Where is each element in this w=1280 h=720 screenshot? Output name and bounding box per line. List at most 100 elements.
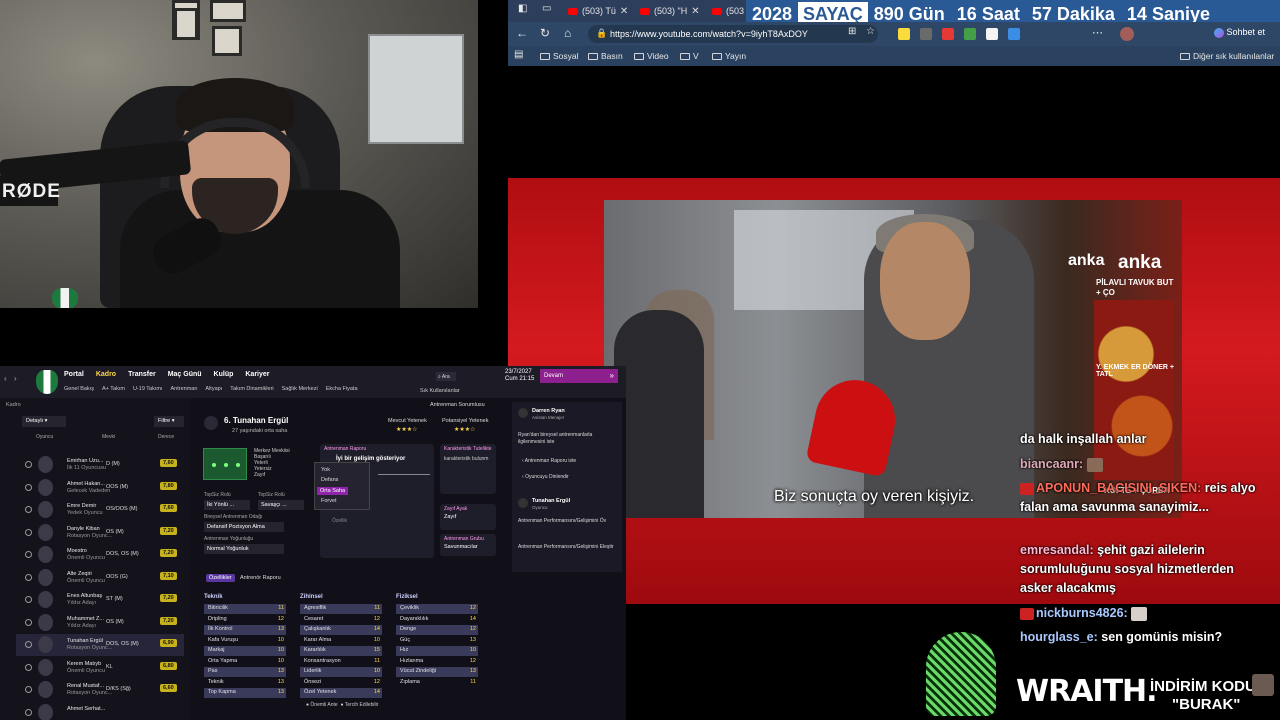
select-radio[interactable] bbox=[25, 641, 32, 648]
squad-player-row[interactable]: Danyle Kiban Rotasyon Oyunc... OS (M) 7,20 bbox=[16, 522, 184, 544]
view-select[interactable]: Detaylı ▾ bbox=[22, 416, 66, 427]
squad-player-row[interactable]: Tunahan Ergül Rotasyon Oyunc... DOS, OS (M… bbox=[16, 634, 184, 656]
subnav-item[interactable]: Genel Bakış bbox=[64, 386, 94, 392]
col-position-header[interactable]: Mevki bbox=[102, 434, 115, 440]
nav-portal[interactable]: Portal bbox=[64, 371, 84, 378]
select-radio[interactable] bbox=[25, 573, 32, 581]
chat-button[interactable]: Sohbet et bbox=[1214, 27, 1265, 38]
squad-player-row[interactable]: Muhammet Z... Yıldız Adayı OS (M) 7,20 bbox=[16, 612, 184, 634]
dropdown-option[interactable]: Defans bbox=[321, 477, 338, 483]
select-radio[interactable] bbox=[25, 528, 32, 536]
subnav-item[interactable]: Altyapı bbox=[205, 386, 222, 392]
reload-icon[interactable]: ↻ bbox=[540, 26, 550, 40]
request-report-link[interactable]: ‹ Antrenman Raporu iste bbox=[522, 458, 576, 464]
select-radio[interactable] bbox=[25, 663, 32, 671]
col-rating-header[interactable]: Derece bbox=[158, 434, 174, 440]
select-radio[interactable] bbox=[25, 618, 32, 626]
dropdown-option[interactable]: Yok bbox=[321, 467, 330, 473]
tab-attributes[interactable]: Özellikler bbox=[206, 574, 235, 582]
position-dropdown[interactable]: Yok Defans Orta Saha Forvet bbox=[314, 462, 370, 510]
subnav-item[interactable]: Takım Dinamikleri bbox=[230, 386, 273, 392]
squad-player-row[interactable]: Kerem Matıyb Önemli Oyuncu KL 6,80 bbox=[16, 657, 184, 679]
nav-career[interactable]: Kariyer bbox=[245, 371, 269, 378]
bookmark-folder[interactable]: Basın bbox=[588, 51, 623, 61]
squad-player-row[interactable]: Renal Mustaf... Rotasyon Oyunc... D/KS (Sğ… bbox=[16, 679, 184, 701]
bookmark-folder[interactable]: Yayın bbox=[712, 51, 746, 61]
select-radio[interactable] bbox=[25, 551, 32, 558]
back-icon[interactable]: ‹ bbox=[4, 374, 7, 383]
col-player-header[interactable]: Oyuncu bbox=[36, 434, 53, 440]
praise-action[interactable]: Antrenman Performansını/Gelişimini Öv bbox=[518, 518, 616, 525]
squad-player-row[interactable]: Alte Zeqiri Önemli Oyuncu OOS (G) 7,10 bbox=[16, 567, 184, 589]
intensity-select[interactable]: Normal Yoğunluk bbox=[204, 544, 284, 554]
squad-player-row[interactable]: Enes Altunbaş Yıldız Adayı ST (M) 7,20 bbox=[16, 589, 184, 611]
other-bookmarks[interactable]: Diğer sık kullanılanlar bbox=[1180, 51, 1274, 61]
extension-icon[interactable] bbox=[1008, 28, 1020, 40]
attribute-value: 11 bbox=[470, 678, 476, 685]
zoom-icon[interactable]: ⊞ bbox=[848, 26, 856, 37]
search-button[interactable]: ⌕ Ara bbox=[436, 372, 456, 381]
forward-icon[interactable]: › bbox=[14, 374, 17, 383]
attribute-value: 14 bbox=[373, 626, 380, 632]
reading-list-icon[interactable]: ▤ bbox=[514, 49, 523, 60]
tab-coach-report[interactable]: Antrenör Raporu bbox=[240, 575, 281, 581]
dropdown-option[interactable]: Forvet bbox=[321, 498, 337, 504]
select-radio[interactable] bbox=[25, 686, 32, 693]
star-icon[interactable]: ☆ bbox=[866, 26, 875, 37]
bookmark-folder[interactable]: V bbox=[680, 51, 699, 61]
rest-player-link[interactable]: ‹ Oyuncuyu Dinlendir bbox=[522, 474, 569, 480]
avatar[interactable] bbox=[1120, 27, 1134, 41]
url-field[interactable]: 🔒 https://www.youtube.com/watch?v=9iyhT8… bbox=[588, 25, 878, 43]
select-radio[interactable] bbox=[25, 596, 32, 603]
role-select[interactable]: Savaşçı ... bbox=[258, 500, 304, 510]
squad-player-row[interactable]: Ahmet Serhat... bbox=[16, 702, 184, 720]
criticise-action[interactable]: Antrenman Performansını/Gelişimini Eleşt… bbox=[518, 544, 616, 551]
home-icon[interactable]: ⌂ bbox=[564, 26, 571, 40]
attribute-value: 10 bbox=[469, 647, 476, 653]
subnav-item[interactable]: Sağlık Merkezi bbox=[282, 386, 318, 392]
squad-player-row[interactable]: Emre Demir Yedek Oyuncu OS/OOS (M) 7,60 bbox=[16, 499, 184, 521]
bookmark-folder[interactable]: Video bbox=[634, 51, 669, 61]
squad-player-row[interactable]: Ahmet Hakan... Gelecek Vadeden OOS (M) 7,80 bbox=[16, 477, 184, 499]
filter-button[interactable]: Filtre ▾ bbox=[154, 416, 184, 427]
extension-icon[interactable] bbox=[898, 28, 910, 40]
attribute-name: Markaj bbox=[208, 647, 225, 653]
favourites-button[interactable]: Sık Kullanılanlar bbox=[420, 388, 460, 394]
select-radio[interactable] bbox=[25, 461, 32, 468]
club-crest[interactable] bbox=[36, 370, 58, 394]
role-select[interactable]: İki Yönlü ... bbox=[204, 500, 250, 510]
training-coach-button[interactable]: Antrenman Sorumlusu bbox=[430, 402, 485, 408]
extension-icon[interactable] bbox=[942, 28, 954, 40]
extension-icon[interactable] bbox=[964, 28, 976, 40]
extension-icon[interactable] bbox=[920, 28, 932, 40]
back-icon[interactable]: ← bbox=[516, 26, 528, 40]
select-radio[interactable] bbox=[25, 483, 32, 491]
subnav-item[interactable]: U-19 Takımı bbox=[133, 386, 163, 392]
dropdown-option-selected[interactable]: Orta Saha bbox=[317, 487, 349, 495]
subnav-item[interactable]: Antrenman bbox=[171, 386, 198, 392]
browser-menu-icon[interactable]: ◧ bbox=[518, 3, 527, 14]
group-value[interactable]: Savunmacılar bbox=[444, 544, 478, 550]
tab-3[interactable]: (503 bbox=[712, 3, 744, 19]
nav-matchday[interactable]: Maç Günü bbox=[168, 371, 202, 378]
select-radio[interactable] bbox=[25, 708, 32, 716]
continue-button[interactable]: Devam » bbox=[540, 369, 618, 383]
close-icon[interactable]: ✕ bbox=[620, 6, 628, 17]
subnav-item[interactable]: Ekcha Fiyata bbox=[326, 386, 358, 392]
close-icon[interactable]: ✕ bbox=[691, 6, 699, 17]
bookmark-folder[interactable]: Sosyal bbox=[540, 51, 579, 61]
tab-overview-icon[interactable]: ▭ bbox=[542, 3, 551, 14]
extension-icon[interactable] bbox=[986, 28, 998, 40]
focus-select[interactable]: Defansif Pozisyon Alma bbox=[204, 522, 284, 532]
subnav-item[interactable]: A+ Takım bbox=[102, 386, 125, 392]
select-radio[interactable] bbox=[25, 506, 32, 513]
nav-transfer[interactable]: Transfer bbox=[128, 371, 156, 378]
attribute-name: Cesaret bbox=[304, 615, 324, 622]
squad-player-row[interactable]: Moestro Önemli Oyuncu DOS, OS (M) 7,20 bbox=[16, 544, 184, 566]
tab-1[interactable]: (503) Tü ✕ bbox=[568, 3, 628, 19]
nav-club[interactable]: Kulüp bbox=[214, 371, 234, 378]
nav-squad[interactable]: Kadro bbox=[96, 371, 116, 378]
more-icon[interactable]: ⋯ bbox=[1092, 26, 1103, 39]
squad-player-row[interactable]: Emirhan Uzu... İlk 11 Oyuncusu D (M) 7,60 bbox=[16, 454, 184, 476]
tab-2[interactable]: (503) "H ✕ bbox=[640, 3, 700, 19]
